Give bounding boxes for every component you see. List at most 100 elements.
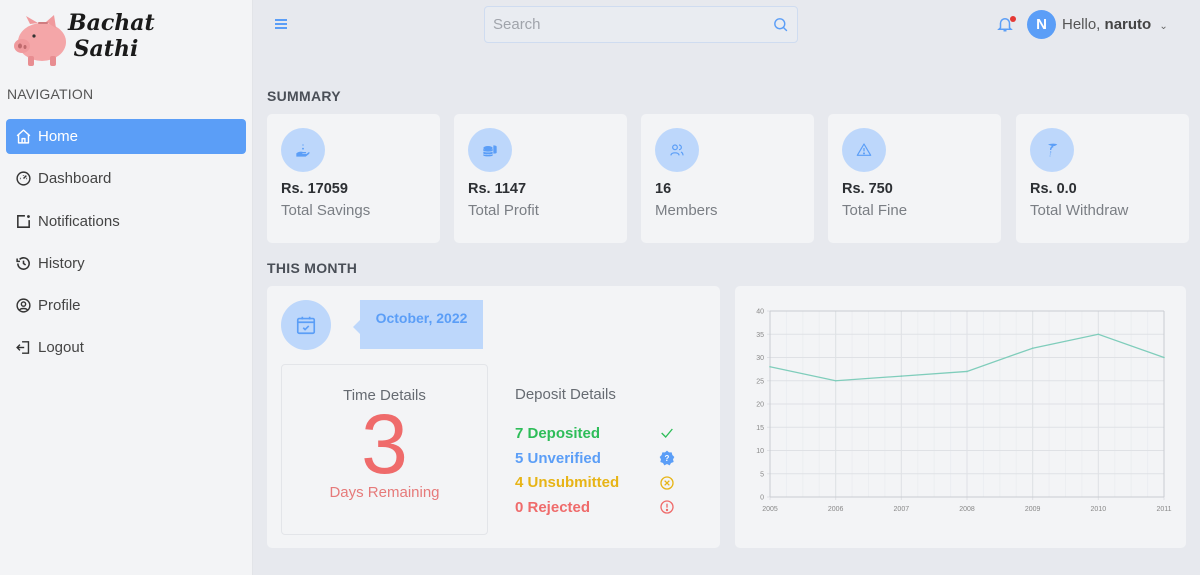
- brand-line1: Bachat: [68, 10, 155, 36]
- data-point: [1163, 356, 1165, 359]
- summary-value: 16: [655, 181, 672, 197]
- current-month: October, 2022: [353, 300, 483, 349]
- data-point: [1097, 333, 1100, 336]
- sidebar-item-history[interactable]: History: [6, 246, 246, 281]
- sidebar: Bachat Sathi NAVIGATION Home Dashboard N…: [0, 0, 253, 575]
- coins-icon: [468, 128, 512, 172]
- data-point: [966, 370, 968, 373]
- summary-card-members: 16 Members: [641, 114, 814, 243]
- y-tick-label: 40: [756, 309, 764, 316]
- x-tick-label: 2009: [1025, 506, 1041, 513]
- chart-card: 0 5 10 15 20 25 30 35 40 2005 2006 2007 2008 2009 2010…: [735, 286, 1186, 548]
- sidebar-item-label: Dashboard: [38, 170, 112, 188]
- days-remaining-count: 3: [361, 397, 408, 491]
- sidebar-item-label: History: [38, 254, 85, 272]
- summary-label: Total Profit: [468, 202, 539, 219]
- summary-card-savings: Rs. 17059 Total Savings: [267, 114, 440, 243]
- summary-card-fine: Rs. 750 Total Fine: [828, 114, 1001, 243]
- notifications-button[interactable]: [996, 15, 1016, 33]
- nav-heading: NAVIGATION: [7, 86, 94, 102]
- data-point: [1031, 347, 1034, 349]
- summary-label: Total Fine: [842, 202, 908, 219]
- deposit-row-deposited: 7 Deposited: [515, 421, 675, 446]
- calendar-check-icon: [281, 300, 331, 350]
- y-tick-label: 35: [756, 332, 764, 339]
- summary-value: Rs. 1147: [468, 181, 527, 197]
- notification-icon: [14, 212, 32, 230]
- summary-value: Rs. 750: [842, 181, 893, 197]
- summary-card-profit: Rs. 1147 Total Profit: [454, 114, 627, 243]
- app-logo[interactable]: Bachat Sathi: [10, 8, 155, 70]
- summary-value: Rs. 17059: [281, 181, 348, 197]
- chevron-down-icon: ⌄: [1159, 21, 1168, 32]
- sidebar-item-dashboard[interactable]: Dashboard: [6, 161, 246, 196]
- exclamation-circle-icon: [659, 499, 675, 515]
- home-icon: [14, 128, 32, 146]
- sidebar-item-label: Notifications: [38, 212, 120, 230]
- sidebar-item-profile[interactable]: Profile: [6, 288, 246, 323]
- summary-label: Members: [655, 202, 718, 219]
- sidebar-nav: Home Dashboard Notifications History Pro…: [6, 119, 246, 373]
- deposit-details-title: Deposit Details: [515, 386, 616, 403]
- search-icon[interactable]: [772, 16, 789, 33]
- data-point: [900, 375, 903, 377]
- deposit-label: 5 Unverified: [515, 449, 601, 467]
- deposit-row-rejected: 0 Rejected: [515, 495, 675, 520]
- summary-label: Total Savings: [281, 202, 371, 219]
- search-box: [484, 6, 798, 43]
- deposit-details-list: 7 Deposited 5 Unverified ? 4 Unsubmitted…: [515, 421, 675, 520]
- history-icon: [14, 254, 32, 272]
- deposit-label: 0 Rejected: [515, 498, 591, 516]
- deposit-row-unsubmitted: 4 Unsubmitted: [515, 470, 675, 495]
- deposit-row-unverified: 5 Unverified ?: [515, 446, 675, 471]
- x-circle-icon: [659, 475, 675, 491]
- days-remaining-label: Days Remaining: [329, 484, 440, 501]
- y-tick-label: 25: [756, 378, 764, 385]
- dashboard-icon: [14, 170, 32, 188]
- user-menu[interactable]: Hello, naruto ⌄: [1062, 16, 1168, 33]
- username: naruto: [1104, 16, 1152, 33]
- brand-name: Bachat Sathi: [68, 10, 155, 62]
- withdraw-icon: [1030, 128, 1074, 172]
- this-month-heading: THIS MONTH: [267, 260, 358, 276]
- deposit-label: 4 Unsubmitted: [515, 474, 620, 492]
- x-tick-label: 2005: [762, 506, 778, 513]
- question-badge-icon: ?: [659, 450, 675, 466]
- sidebar-item-label: Logout: [38, 339, 84, 357]
- warning-icon: [842, 128, 886, 172]
- y-tick-label: 10: [756, 448, 764, 455]
- svg-text:?: ?: [665, 454, 670, 463]
- members-icon: [655, 128, 699, 172]
- greeting-prefix: Hello,: [1062, 16, 1101, 33]
- menu-toggle-button[interactable]: [273, 16, 289, 32]
- profile-icon: [14, 297, 32, 315]
- y-tick-label: 20: [756, 402, 764, 409]
- x-tick-label: 2008: [959, 506, 975, 513]
- x-tick-label: 2007: [894, 506, 910, 513]
- y-tick-label: 0: [760, 495, 764, 502]
- notification-badge: [1010, 16, 1016, 22]
- summary-heading: SUMMARY: [267, 88, 341, 104]
- avatar[interactable]: N: [1027, 10, 1056, 39]
- summary-label: Total Withdraw: [1030, 202, 1129, 219]
- piggy-bank-icon: [14, 15, 66, 66]
- x-tick-label: 2011: [1156, 506, 1171, 513]
- brand-line2: Sathi: [73, 36, 139, 62]
- y-tick-label: 30: [756, 355, 764, 362]
- data-point: [834, 379, 837, 382]
- time-details-box: Time Details 3 Days Remaining: [281, 364, 488, 535]
- logout-icon: [14, 339, 32, 357]
- sidebar-item-label: Profile: [38, 297, 81, 315]
- line-chart: 0 5 10 15 20 25 30 35 40 2005 2006 2007 2008 2009 2010…: [756, 309, 1171, 514]
- sidebar-item-notifications[interactable]: Notifications: [6, 204, 246, 239]
- sidebar-item-label: Home: [38, 128, 79, 145]
- x-tick-label: 2006: [828, 506, 844, 513]
- search-input[interactable]: [493, 16, 772, 33]
- sidebar-item-home[interactable]: Home: [6, 119, 246, 154]
- x-tick-label: 2010: [1091, 506, 1107, 513]
- check-icon: [659, 425, 675, 441]
- this-month-card: October, 2022 Time Details 3 Days Remain…: [267, 286, 720, 548]
- sidebar-item-logout[interactable]: Logout: [6, 330, 246, 365]
- savings-hand-icon: [281, 128, 325, 172]
- y-tick-label: 5: [760, 471, 764, 478]
